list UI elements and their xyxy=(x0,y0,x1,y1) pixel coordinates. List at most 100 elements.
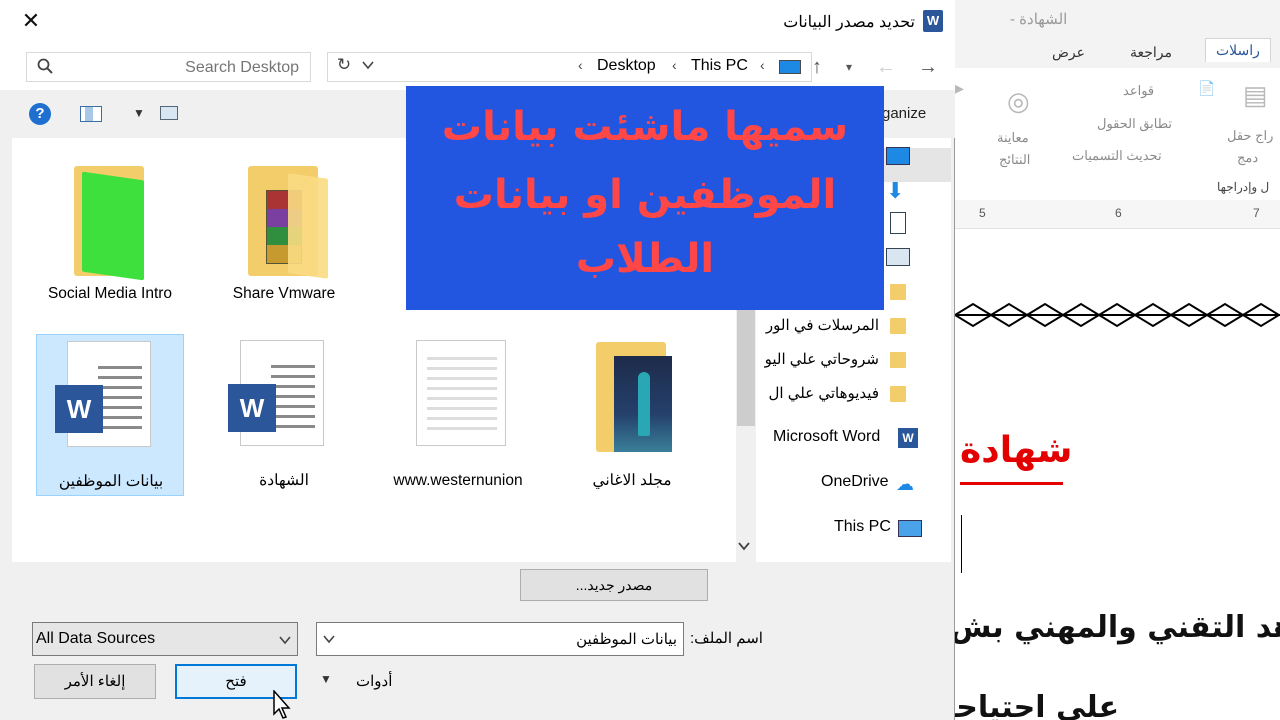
tools-label[interactable]: أدوات xyxy=(356,672,392,690)
select-data-source-dialog: ✕ تحديد مصدر البيانات W ↻ ‹ Desktop ‹ Th… xyxy=(0,0,955,720)
breadcrumb-separator-icon[interactable]: ‹ xyxy=(578,57,583,73)
preview-results-label-2[interactable]: النتائج xyxy=(999,152,1030,168)
scroll-down-icon[interactable] xyxy=(738,540,750,554)
breadcrumb-desktop[interactable]: Desktop xyxy=(597,57,656,75)
folder-icon[interactable] xyxy=(890,284,906,300)
tab-review[interactable]: مراجعة xyxy=(1130,44,1172,61)
breadcrumb-separator-icon[interactable]: ‹ xyxy=(672,57,677,73)
search-icon[interactable] xyxy=(37,58,53,79)
pictures-icon[interactable] xyxy=(886,248,910,266)
computer-icon xyxy=(898,520,922,537)
filetype-select[interactable]: All Data Sources xyxy=(32,622,298,656)
file-label: Social Media Intro xyxy=(47,285,173,302)
new-source-button[interactable]: مصدر جديد... xyxy=(520,569,708,601)
nav-folder-item[interactable]: شروحاتي علي اليو xyxy=(765,350,879,368)
close-button[interactable]: ✕ xyxy=(18,8,44,34)
search-box[interactable] xyxy=(26,52,311,82)
word-icon: W xyxy=(55,385,103,433)
document-text-line: هد التقني والمهني بش xyxy=(955,610,1280,645)
tab-mailings[interactable]: راسلات xyxy=(1205,38,1271,62)
match-fields-button[interactable]: تطابق الحقول xyxy=(1097,116,1172,132)
tools-menu[interactable]: ▼ أدوات xyxy=(318,670,418,694)
computer-icon xyxy=(779,60,801,74)
ribbon-tabs: عرض مراجعة راسلات xyxy=(955,38,1280,68)
folder-icon xyxy=(890,318,906,334)
tab-view[interactable]: عرض xyxy=(1052,44,1085,61)
file-label: مجلد الاغاني xyxy=(592,472,672,489)
view-options-dropdown-icon[interactable]: ▼ xyxy=(133,106,145,120)
nav-folder-item[interactable]: المرسلات في الور xyxy=(766,316,879,334)
insert-field-label-1[interactable]: راج حقل xyxy=(1227,128,1273,144)
breadcrumb-separator-icon[interactable]: ‹ xyxy=(760,57,765,73)
folder-icon xyxy=(64,166,154,281)
dialog-title-bar: ✕ تحديد مصدر البيانات W xyxy=(0,0,955,44)
nav-microsoft-word[interactable]: Microsoft Word xyxy=(773,428,880,446)
chevron-down-icon[interactable] xyxy=(323,630,335,651)
file-label: Share Vmware xyxy=(232,285,336,302)
file-item-share-vmware[interactable]: Share Vmware xyxy=(210,158,358,320)
address-bar[interactable]: ↻ ‹ Desktop ‹ This PC ‹ xyxy=(327,52,812,82)
cancel-button[interactable]: إلغاء الأمر xyxy=(34,664,156,699)
file-item-westernunion[interactable]: www.westernunion xyxy=(384,334,532,496)
file-item-social-media-intro[interactable]: Social Media Intro xyxy=(36,158,184,320)
cloud-icon: ☁ xyxy=(896,474,914,494)
document-heading: شهادة xyxy=(960,430,1073,471)
preview-pane-icon[interactable] xyxy=(80,106,102,122)
preview-results-icon[interactable]: ◎ xyxy=(1007,86,1030,117)
ruler-number: 7 xyxy=(1253,206,1260,220)
word-icon: W xyxy=(898,428,918,448)
annotation-overlay: سميها ماشئت بيانات الموظفين او بيانات ال… xyxy=(406,86,884,310)
filetype-value[interactable]: All Data Sources xyxy=(36,630,155,648)
nav-this-pc[interactable]: This PC xyxy=(834,518,891,536)
update-labels-button[interactable]: تحديث التسميات xyxy=(1072,148,1162,164)
insert-merge-field-icon[interactable]: ▤ xyxy=(1243,80,1268,111)
ribbon: ▸ ◎ معاينة النتائج قواعد 📄 تطابق الحقول … xyxy=(955,68,1280,201)
word-icon: W xyxy=(228,384,276,432)
ruler: 5 6 7 xyxy=(955,200,1280,229)
folder-icon xyxy=(890,386,906,402)
rules-button[interactable]: قواعد xyxy=(1123,83,1154,99)
desktop-icon[interactable] xyxy=(886,147,910,165)
insert-field-label-2[interactable]: دمج xyxy=(1237,150,1258,166)
word-title: الشهادة - xyxy=(1010,11,1068,28)
rules-icon: 📄 xyxy=(1198,80,1216,96)
file-item-certificate[interactable]: W الشهادة xyxy=(210,334,358,496)
nav-onedrive[interactable]: OneDrive xyxy=(821,473,889,491)
back-arrow-icon[interactable]: ← xyxy=(876,56,896,79)
ruler-number: 6 xyxy=(1115,206,1122,220)
filename-input[interactable]: بيانات الموظفين xyxy=(316,622,684,656)
overlay-text-line: سميها ماشئت بيانات xyxy=(441,104,849,150)
text-caret xyxy=(961,515,962,573)
help-icon[interactable]: ? xyxy=(29,103,51,125)
chevron-down-icon[interactable] xyxy=(362,56,374,77)
file-item-employee-data[interactable]: W بيانات الموظفين xyxy=(36,334,184,496)
forward-arrow-icon[interactable]: → xyxy=(918,56,938,79)
word-app-icon: W xyxy=(923,10,943,32)
ribbon-group-label: ل وإدراجها xyxy=(1217,180,1270,194)
text-document-icon xyxy=(416,340,506,446)
scrollbar-thumb[interactable] xyxy=(737,300,755,426)
nav-folder-item[interactable]: فيديوهاتي علي ال xyxy=(769,384,879,402)
word-window: الشهادة - عرض مراجعة راسلات ▸ ◎ معاينة ا… xyxy=(955,0,1280,720)
downloads-icon[interactable]: ⬇ xyxy=(886,178,904,204)
recent-locations-icon[interactable]: ▾ xyxy=(846,60,852,74)
breadcrumb-this-pc[interactable]: This PC xyxy=(691,57,748,75)
preview-results-label-1[interactable]: معاينة xyxy=(997,130,1029,146)
chevron-down-icon[interactable] xyxy=(279,631,291,652)
folder-icon xyxy=(890,352,906,368)
word-title-bar: الشهادة - xyxy=(955,0,1280,38)
page-border-decoration xyxy=(955,302,1280,328)
filename-value[interactable]: بيانات الموظفين xyxy=(576,630,677,648)
document-text-line: علي احتياجا xyxy=(955,690,1120,720)
up-arrow-icon[interactable]: ↑ xyxy=(812,56,822,79)
archive-folder-icon xyxy=(238,166,328,279)
file-item-songs-folder[interactable]: مجلد الاغاني xyxy=(558,334,706,496)
file-label: الشهادة xyxy=(259,472,309,489)
search-input[interactable] xyxy=(67,57,301,79)
overlay-text-line: الطلاب xyxy=(575,236,715,282)
change-view-icon[interactable] xyxy=(160,106,178,120)
dropdown-arrow-icon[interactable]: ▼ xyxy=(320,672,332,686)
organize-menu[interactable]: ganize xyxy=(882,105,926,122)
documents-icon[interactable] xyxy=(890,212,906,234)
refresh-icon[interactable]: ↻ xyxy=(332,55,356,79)
